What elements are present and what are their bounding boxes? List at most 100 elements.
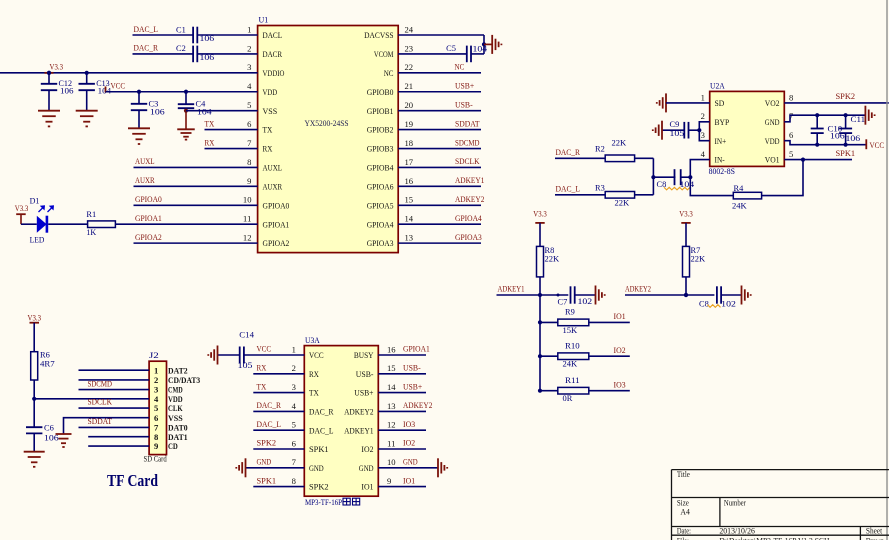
svg-text:11: 11 [387,439,396,448]
svg-text:GPIOA1: GPIOA1 [135,214,162,223]
svg-text:14: 14 [387,383,396,392]
svg-text:IO3: IO3 [614,381,626,390]
svg-text:7: 7 [292,458,296,467]
svg-text:Number: Number [724,498,746,507]
svg-text:8: 8 [247,158,251,167]
svg-text:22K: 22K [691,254,706,263]
svg-text:5: 5 [154,404,158,413]
svg-text:TX: TX [263,126,273,135]
svg-text:6: 6 [154,414,158,423]
svg-text:GPIOB0: GPIOB0 [367,88,394,97]
svg-text:VDD: VDD [263,88,278,97]
svg-text:RX: RX [263,145,273,154]
svg-text:DACVSS: DACVSS [364,31,394,40]
svg-text:SPK1: SPK1 [836,149,856,158]
svg-text:CD/DAT3: CD/DAT3 [168,376,200,385]
svg-text:GPIOA0: GPIOA0 [135,195,162,204]
svg-text:1: 1 [154,366,158,375]
svg-text:DACL: DACL [263,31,283,40]
svg-text:IO2: IO2 [614,346,626,355]
svg-text:IO3: IO3 [403,420,415,429]
svg-text:USB-: USB- [455,100,473,109]
svg-text:D:\Desktop\MP3-TF-16P V1.3.SCH: D:\Desktop\MP3-TF-16P V1.3.SCH [719,536,829,540]
svg-text:4: 4 [154,395,158,404]
svg-text:ADKEY2: ADKEY2 [403,401,432,410]
svg-text:DAC_L: DAC_L [134,25,159,34]
svg-text:TF Card: TF Card [107,471,158,490]
svg-text:102: 102 [578,297,593,306]
svg-text:17: 17 [405,158,414,167]
svg-text:13: 13 [387,402,396,411]
svg-text:24K: 24K [732,202,747,211]
svg-text:IO1: IO1 [614,312,626,321]
svg-text:C14: C14 [239,330,255,339]
svg-text:IO2: IO2 [361,445,373,454]
svg-text:R11: R11 [565,376,580,385]
svg-text:8: 8 [292,477,296,486]
svg-text:Date:: Date: [677,526,691,535]
svg-text:R9: R9 [565,308,575,317]
svg-text:RX: RX [205,138,215,147]
svg-text:22K: 22K [615,198,630,207]
svg-text:Size: Size [677,498,689,507]
svg-text:DAC_R: DAC_R [309,408,334,417]
svg-text:IO2: IO2 [403,439,415,448]
svg-text:VSS: VSS [168,414,183,423]
svg-text:AUXR: AUXR [135,176,155,185]
svg-text:SPK2: SPK2 [257,439,277,448]
svg-text:IO1: IO1 [403,476,415,485]
svg-text:105: 105 [670,129,685,138]
svg-text:5: 5 [247,101,251,110]
svg-text:9: 9 [154,442,158,451]
svg-text:VCC: VCC [257,345,272,354]
svg-text:RX: RX [309,370,319,379]
svg-text:18: 18 [405,139,414,148]
svg-text:15: 15 [387,364,396,373]
svg-text:C8: C8 [699,299,709,308]
svg-text:6: 6 [292,439,296,448]
svg-text:VDD: VDD [168,395,183,404]
svg-text:GPIOA5: GPIOA5 [367,201,394,210]
svg-text:1: 1 [292,345,296,354]
svg-text:C2: C2 [176,44,186,53]
svg-text:DAC_R: DAC_R [556,148,581,157]
svg-text:VCC: VCC [870,141,885,150]
svg-text:GPIOA2: GPIOA2 [263,239,290,248]
svg-text:19: 19 [405,120,414,129]
svg-text:NC: NC [455,63,465,72]
svg-text:22: 22 [405,63,414,72]
svg-text:DAC_R: DAC_R [134,44,159,53]
svg-text:NC: NC [384,69,394,78]
svg-text:ADKEY2: ADKEY2 [455,195,484,204]
svg-text:J2: J2 [149,351,159,360]
svg-text:U2A: U2A [710,81,725,90]
svg-text:24K: 24K [563,360,578,369]
svg-text:DAC_L: DAC_L [257,420,282,429]
svg-text:DAC_L: DAC_L [556,185,581,194]
svg-text:0R: 0R [563,394,573,403]
svg-text:AUXL: AUXL [135,157,155,166]
svg-text:12: 12 [387,421,396,430]
svg-text:IO1: IO1 [361,483,373,492]
svg-text:VDDIO: VDDIO [263,69,285,78]
svg-text:R6: R6 [40,351,50,360]
svg-text:CD: CD [168,442,178,451]
svg-text:3: 3 [247,63,251,72]
svg-text:VCC: VCC [111,82,126,91]
svg-text:GPIOA2: GPIOA2 [135,233,162,242]
svg-text:3: 3 [701,131,705,140]
svg-text:1: 1 [247,25,251,34]
svg-text:DACR: DACR [263,50,283,59]
svg-text:105: 105 [238,361,253,370]
svg-text:RX: RX [257,364,267,373]
svg-text:GND: GND [359,464,374,473]
svg-text:V3.3: V3.3 [679,210,693,219]
svg-text:VCOM: VCOM [374,50,394,59]
svg-text:SPK1: SPK1 [257,476,277,485]
svg-text:106: 106 [846,134,861,143]
svg-text:C1: C1 [176,25,186,34]
svg-text:15K: 15K [563,326,578,335]
svg-text:1: 1 [701,93,705,102]
svg-text:GPIOA1: GPIOA1 [403,345,430,354]
svg-text:Title: Title [677,470,690,479]
